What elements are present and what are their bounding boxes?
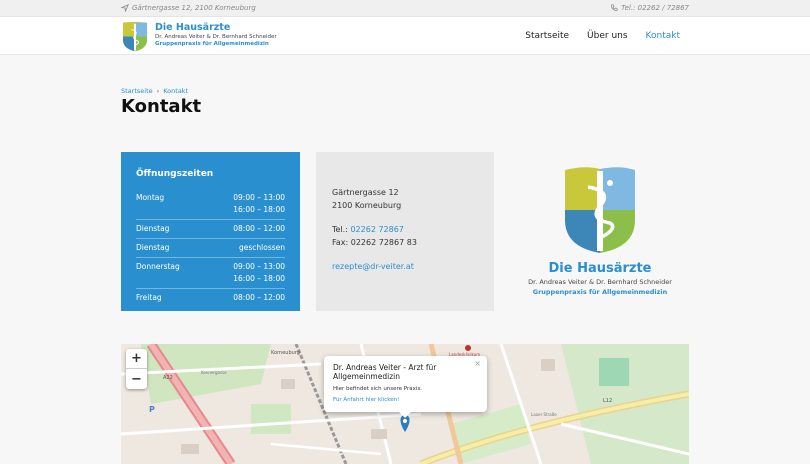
top-address-text: Gärtnergasse 12, 2100 Korneuburg [132,4,256,12]
map[interactable]: Korneuburg A22 L12 P Landesklinikum Kenn… [121,344,689,464]
hours-time: 09:00 – 13:00 [233,193,285,202]
hours-time: 16:00 – 18:00 [233,274,285,283]
breadcrumb-home[interactable]: Startseite [121,87,153,95]
map-label-l12: L12 [603,398,612,404]
main-nav: Startseite Über uns Kontakt [525,31,680,41]
map-popup: × Dr. Andreas Veiter - Arzt für Allgemei… [324,356,487,418]
hours-day: Freitag [136,293,162,302]
location-arrow-icon [121,4,129,12]
map-label-street2: Laaer Straße [531,412,557,417]
top-phone-text: Tel.: 02262 / 72867 [621,4,689,12]
contact-phone-link[interactable]: 02262 72867 [350,225,403,234]
nav-startseite[interactable]: Startseite [525,31,569,41]
logo-icon[interactable] [121,21,149,52]
hours-row: Montag 09:00 – 13:00 16:00 – 18:00 [136,189,285,220]
brand-large-name: Die Hausärzte [548,261,652,276]
opening-hours-card: Öffnungszeiten Montag 09:00 – 13:00 16:00… [121,152,300,311]
hours-time: 08:00 – 12:00 [233,224,285,233]
brand-large-doctors: Dr. Andreas Veiter & Dr. Bernhard Schnei… [528,278,672,286]
hours-row: Donnerstag 09:00 – 13:00 16:00 – 18:00 [136,258,285,289]
brand-name: Die Hausärzte [155,22,231,33]
breadcrumb-current[interactable]: Kontakt [163,87,188,95]
nav-kontakt[interactable]: Kontakt [646,31,680,41]
hours-day: Dienstag [136,224,170,233]
brand-tagline: Gruppenpraxis für Allgemeinmedizin [155,41,269,47]
hours-time: geschlossen [238,243,285,252]
hours-row: Dienstag 08:00 – 12:00 [136,220,285,239]
hours-row: Freitag 08:00 – 12:00 [136,289,285,307]
opening-hours-title: Öffnungszeiten [136,169,214,179]
popup-title: Dr. Andreas Veiter - Arzt für Allgemeinm… [333,363,437,381]
contact-street: Gärtnergasse 12 [332,188,399,197]
breadcrumb: Startseite › Kontakt [121,87,188,95]
site-header: Die Hausärzte Dr. Andreas Veiter & Dr. B… [0,17,810,55]
brand-doctors: Dr. Andreas Veiter & Dr. Bernhard Schnei… [155,34,277,40]
breadcrumb-separator: › [156,87,160,95]
page-title: Kontakt [121,96,202,117]
top-bar: Gärtnergasse 12, 2100 Korneuburg Tel.: 0… [0,0,810,17]
contact-card: Gärtnergasse 12 2100 Korneuburg Tel.: 02… [316,152,494,311]
map-label-parking: P [149,405,155,414]
map-label-a22: A22 [163,375,173,381]
popup-directions-link[interactable]: Für Anfahrt hier klicken! [333,397,478,403]
top-phone[interactable]: Tel.: 02262 / 72867 [610,4,689,12]
contact-fax: Fax: 02262 72867 83 [332,237,417,247]
map-label-korneuburg: Korneuburg [271,350,300,356]
hours-day: Dienstag [136,243,170,252]
zoom-in-button[interactable]: + [126,349,147,369]
contact-city: 2100 Korneuburg [332,200,402,210]
map-zoom-controls: + − [126,349,147,389]
contact-phone: Tel.: 02262 72867 [332,224,478,237]
hours-row: Dienstag geschlossen [136,239,285,258]
zoom-out-button[interactable]: − [126,369,147,389]
brand-large-tagline: Gruppenpraxis für Allgemeinmedizin [532,288,668,296]
popup-description: Hier befindet sich unsere Praxis. [333,386,423,392]
logo-large-icon [565,167,635,253]
hours-time: 08:00 – 12:00 [233,293,285,302]
hours-time: 16:00 – 18:00 [233,205,285,214]
nav-ueber-uns[interactable]: Über uns [587,31,628,41]
brand[interactable]: Die Hausärzte Dr. Andreas Veiter & Dr. B… [155,22,277,48]
contact-phone-label: Tel.: [332,225,351,234]
phone-icon [611,4,618,11]
brand-large: Die Hausärzte Dr. Andreas Veiter & Dr. B… [510,261,690,297]
hours-time: 09:00 – 13:00 [233,262,285,271]
hours-day: Donnerstag [136,262,180,271]
map-label-street1: Kennergasse [201,370,227,375]
contact-email-link[interactable]: rezepte@dr-veiter.at [332,262,414,271]
popup-close-icon[interactable]: × [474,359,481,368]
top-address: Gärtnergasse 12, 2100 Korneuburg [121,4,256,12]
hours-day: Montag [136,193,165,202]
